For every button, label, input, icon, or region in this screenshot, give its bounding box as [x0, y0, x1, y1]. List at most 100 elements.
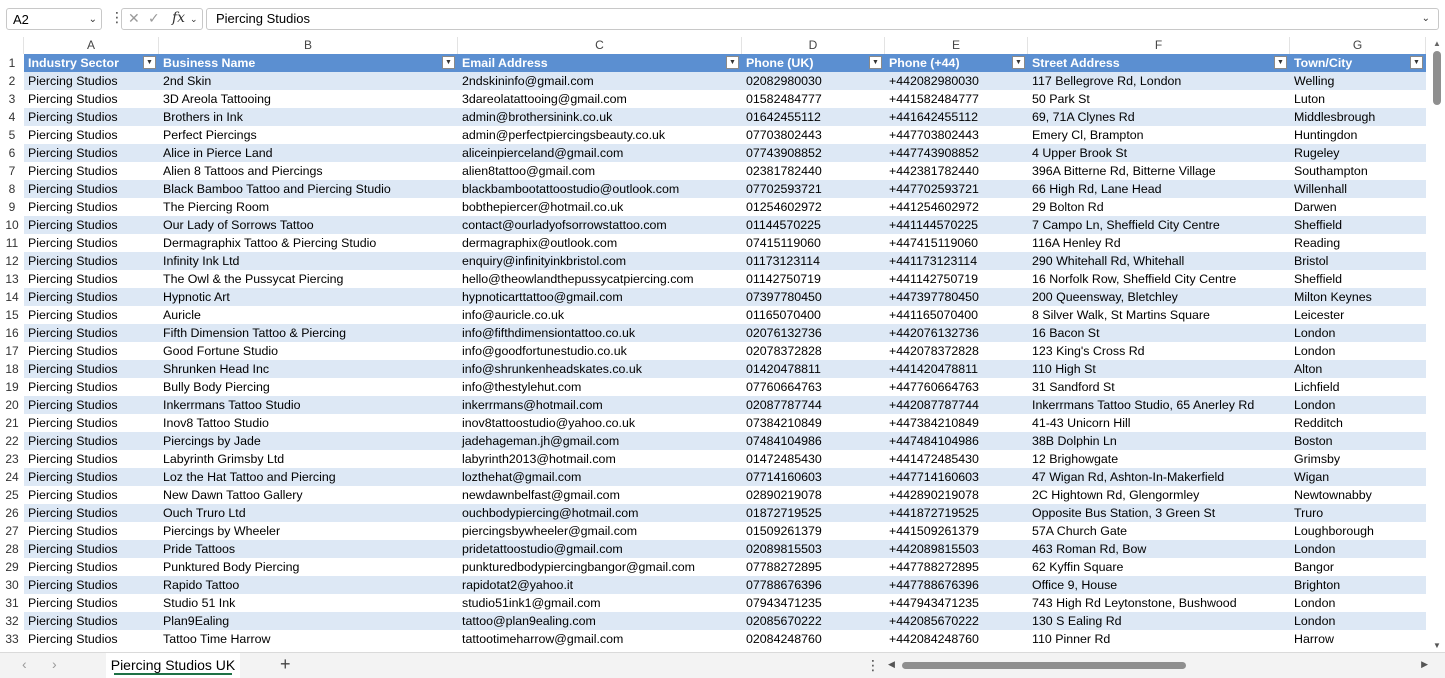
table-cell[interactable]: Piercing Studios [24, 594, 159, 612]
row-number[interactable]: 25 [0, 486, 24, 504]
horizontal-scroll-thumb[interactable] [902, 662, 1186, 669]
row-number[interactable]: 7 [0, 162, 24, 180]
column-letter[interactable]: F [1028, 37, 1290, 54]
table-cell[interactable]: 57A Church Gate [1028, 522, 1290, 540]
table-cell[interactable]: +441144570225 [885, 216, 1028, 234]
table-cell[interactable]: info@thestylehut.com [458, 378, 742, 396]
table-cell[interactable]: Piercing Studios [24, 504, 159, 522]
table-cell[interactable]: contact@ourladyofsorrowstattoo.com [458, 216, 742, 234]
table-cell[interactable]: 07943471235 [742, 594, 885, 612]
table-cell[interactable]: 01420478811 [742, 360, 885, 378]
table-cell[interactable]: Piercing Studios [24, 216, 159, 234]
row-number[interactable]: 4 [0, 108, 24, 126]
table-cell[interactable]: Piercing Studios [24, 126, 159, 144]
table-cell[interactable]: Lichfield [1290, 378, 1426, 396]
table-cell[interactable]: London [1290, 594, 1426, 612]
table-cell[interactable]: rapidotat2@yahoo.it [458, 576, 742, 594]
table-cell[interactable]: +441420478811 [885, 360, 1028, 378]
table-cell[interactable]: 50 Park St [1028, 90, 1290, 108]
row-number[interactable]: 21 [0, 414, 24, 432]
table-cell[interactable]: Our Lady of Sorrows Tattoo [159, 216, 458, 234]
table-cell[interactable]: New Dawn Tattoo Gallery [159, 486, 458, 504]
table-cell[interactable]: Brothers in Ink [159, 108, 458, 126]
table-cell[interactable]: +442084248760 [885, 630, 1028, 648]
row-number[interactable]: 13 [0, 270, 24, 288]
sheet-tab[interactable]: Piercing Studios UK [106, 653, 240, 678]
table-cell[interactable]: Alice in Pierce Land [159, 144, 458, 162]
table-cell[interactable]: Piercing Studios [24, 378, 159, 396]
table-cell[interactable]: 3dareolatattooing@gmail.com [458, 90, 742, 108]
table-cell[interactable]: 02085670222 [742, 612, 885, 630]
table-cell[interactable]: info@auricle.co.uk [458, 306, 742, 324]
table-cell[interactable]: hello@theowlandthepussycatpiercing.com [458, 270, 742, 288]
header-cell[interactable]: Business Name ▼ [159, 54, 458, 72]
row-number[interactable]: 6 [0, 144, 24, 162]
table-cell[interactable]: +441509261379 [885, 522, 1028, 540]
table-cell[interactable]: +442085670222 [885, 612, 1028, 630]
table-cell[interactable]: Dermagraphix Tattoo & Piercing Studio [159, 234, 458, 252]
table-cell[interactable]: 01509261379 [742, 522, 885, 540]
row-number[interactable]: 32 [0, 612, 24, 630]
table-cell[interactable]: London [1290, 324, 1426, 342]
header-cell[interactable]: Town/City ▼ [1290, 54, 1426, 72]
row-number[interactable]: 29 [0, 558, 24, 576]
row-number[interactable]: 20 [0, 396, 24, 414]
table-cell[interactable]: Alien 8 Tattoos and Piercings [159, 162, 458, 180]
table-cell[interactable]: Huntingdon [1290, 126, 1426, 144]
table-cell[interactable]: Inkerrmans Tattoo Studio, 65 Anerley Rd [1028, 396, 1290, 414]
table-cell[interactable]: Studio 51 Ink [159, 594, 458, 612]
table-cell[interactable]: Piercing Studios [24, 612, 159, 630]
table-cell[interactable]: 02084248760 [742, 630, 885, 648]
table-cell[interactable]: 01472485430 [742, 450, 885, 468]
table-cell[interactable]: Bully Body Piercing [159, 378, 458, 396]
table-cell[interactable]: 69, 71A Clynes Rd [1028, 108, 1290, 126]
table-cell[interactable]: 01642455112 [742, 108, 885, 126]
vertical-scrollbar[interactable]: ▲ ▼ [1430, 37, 1445, 652]
table-cell[interactable]: Piercing Studios [24, 324, 159, 342]
table-cell[interactable]: newdawnbelfast@gmail.com [458, 486, 742, 504]
table-cell[interactable]: Milton Keynes [1290, 288, 1426, 306]
table-cell[interactable]: Harrow [1290, 630, 1426, 648]
table-cell[interactable]: Piercing Studios [24, 72, 159, 90]
row-number[interactable]: 33 [0, 630, 24, 648]
horizontal-scrollbar[interactable]: ◀ ▶ [888, 659, 1428, 671]
table-cell[interactable]: +447788676396 [885, 576, 1028, 594]
table-cell[interactable]: +442082980030 [885, 72, 1028, 90]
table-cell[interactable]: 02076132736 [742, 324, 885, 342]
table-cell[interactable]: Boston [1290, 432, 1426, 450]
table-cell[interactable]: Loz the Hat Tattoo and Piercing [159, 468, 458, 486]
table-cell[interactable]: 02089815503 [742, 540, 885, 558]
table-cell[interactable]: Piercing Studios [24, 108, 159, 126]
table-cell[interactable]: Willenhall [1290, 180, 1426, 198]
table-cell[interactable]: +447760664763 [885, 378, 1028, 396]
table-cell[interactable]: Piercing Studios [24, 270, 159, 288]
table-cell[interactable]: +442078372828 [885, 342, 1028, 360]
table-cell[interactable]: 01254602972 [742, 198, 885, 216]
table-cell[interactable]: 02087787744 [742, 396, 885, 414]
table-cell[interactable]: Piercing Studios [24, 432, 159, 450]
table-cell[interactable]: 3D Areola Tattooing [159, 90, 458, 108]
table-cell[interactable]: 130 S Ealing Rd [1028, 612, 1290, 630]
table-cell[interactable]: 07484104986 [742, 432, 885, 450]
table-cell[interactable]: punkturedbodypiercingbangor@gmail.com [458, 558, 742, 576]
table-cell[interactable]: admin@perfectpiercingsbeauty.co.uk [458, 126, 742, 144]
formula-input[interactable]: Piercing Studios ⌄ [206, 8, 1439, 30]
table-cell[interactable]: pridetattoostudio@gmail.com [458, 540, 742, 558]
table-cell[interactable]: Black Bamboo Tattoo and Piercing Studio [159, 180, 458, 198]
table-cell[interactable]: +441142750719 [885, 270, 1028, 288]
header-cell[interactable]: Phone (UK) ▼ [742, 54, 885, 72]
table-cell[interactable]: Piercing Studios [24, 306, 159, 324]
table-cell[interactable]: tattoo@plan9ealing.com [458, 612, 742, 630]
table-cell[interactable]: +447943471235 [885, 594, 1028, 612]
table-cell[interactable]: admin@brothersinink.co.uk [458, 108, 742, 126]
filter-dropdown-icon[interactable]: ▼ [1012, 56, 1025, 69]
table-cell[interactable]: Shrunken Head Inc [159, 360, 458, 378]
row-number[interactable]: 30 [0, 576, 24, 594]
table-cell[interactable]: Piercing Studios [24, 558, 159, 576]
table-cell[interactable]: tattootimeharrow@gmail.com [458, 630, 742, 648]
header-cell[interactable]: Industry Sector ▼ [24, 54, 159, 72]
table-cell[interactable]: Ouch Truro Ltd [159, 504, 458, 522]
scroll-left-icon[interactable]: ◀ [888, 659, 895, 670]
table-cell[interactable]: 07702593721 [742, 180, 885, 198]
cancel-x-icon[interactable]: ✕ [128, 10, 140, 27]
